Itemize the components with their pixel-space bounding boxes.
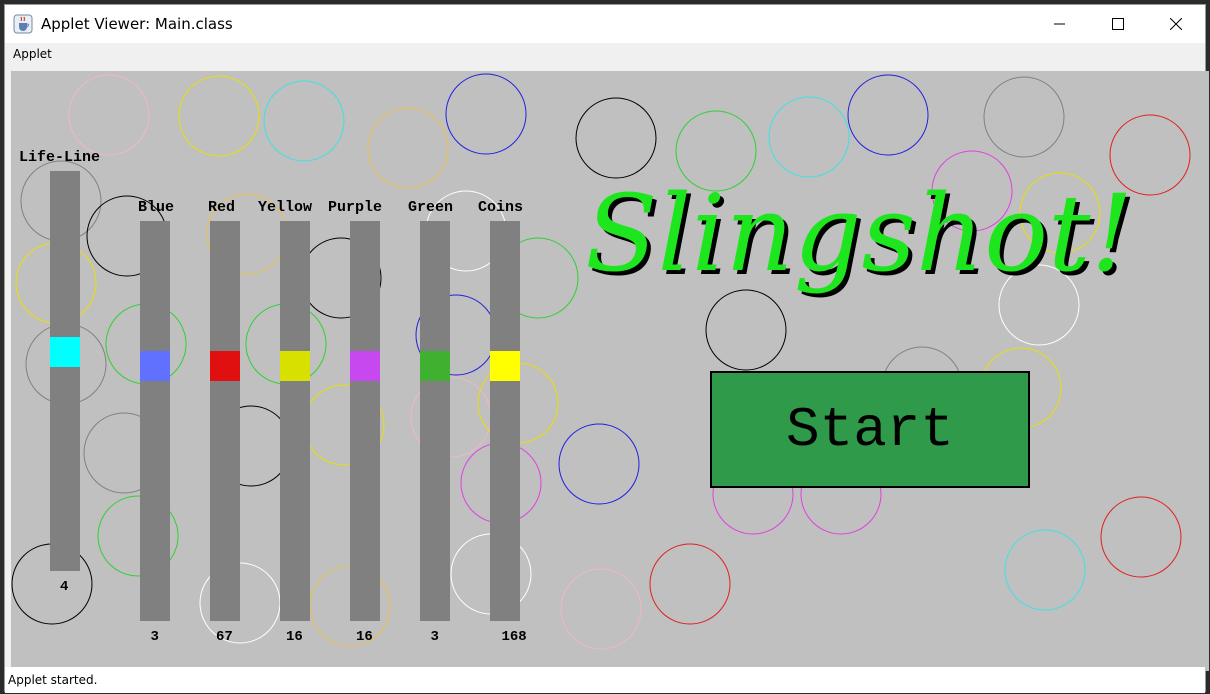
bubble (1004, 529, 1086, 611)
meter-value-yellow: 16 (286, 629, 303, 645)
bubble (847, 74, 929, 156)
meter-marker-coins (490, 351, 520, 381)
java-cup-icon (13, 14, 33, 34)
bubble (445, 73, 527, 155)
meter-value-red: 67 (216, 629, 233, 645)
lifeline-label: Life-Line (19, 149, 101, 166)
status-bar: Applet started. (5, 667, 1205, 693)
meter-marker-red (210, 351, 240, 381)
start-button-label: Start (785, 397, 955, 462)
bubble (560, 568, 642, 650)
meter-value-green: 3 (430, 629, 439, 645)
lifeline-bar (50, 171, 80, 571)
bubble (1100, 496, 1182, 578)
bubble (768, 96, 850, 178)
meter-bar-green (420, 221, 450, 621)
bubble (263, 80, 345, 162)
meter-bar-yellow (280, 221, 310, 621)
meter-marker-yellow (280, 351, 310, 381)
meter-label-purple: Purple (328, 199, 383, 216)
menu-applet[interactable]: Applet (13, 47, 52, 61)
lifeline-value: 4 (60, 579, 69, 595)
meter-bar-blue (140, 221, 170, 621)
bubble (68, 74, 150, 156)
meter-marker-purple (350, 351, 380, 381)
meter-value-coins: 168 (501, 629, 527, 645)
game-title-text: Slingshot! (585, 172, 1133, 295)
meter-value-blue: 3 (150, 629, 159, 645)
meter-bar-red (210, 221, 240, 621)
close-button[interactable] (1147, 5, 1205, 43)
meter-label-green: Green (408, 199, 454, 216)
menu-bar: Applet (5, 43, 1205, 67)
bubble (178, 75, 260, 157)
start-button[interactable]: Start (710, 371, 1030, 488)
applet-window: Applet Viewer: Main.class Applet Life-Li… (4, 4, 1209, 693)
title-bar: Applet Viewer: Main.class (5, 5, 1205, 43)
minimize-icon (1054, 23, 1065, 25)
meter-marker-green (420, 351, 450, 381)
maximize-button[interactable] (1089, 5, 1147, 43)
bubble (558, 423, 640, 505)
game-title: Slingshot! Slingshot! (585, 172, 1137, 299)
meter-label-red: Red (208, 199, 236, 216)
lifeline-marker (50, 337, 80, 367)
bubble (983, 76, 1065, 158)
close-icon (1170, 18, 1182, 30)
status-text: Applet started. (8, 673, 98, 687)
meter-label-blue: Blue (138, 199, 175, 216)
meter-bar-coins (490, 221, 520, 621)
maximize-icon (1112, 18, 1124, 30)
window-title: Applet Viewer: Main.class (41, 15, 233, 33)
bubble (649, 543, 731, 625)
meter-label-coins: Coins (478, 199, 524, 216)
game-canvas[interactable]: Life-Line 4 Blue 3 Red 67 Yellow 16 Purple 16 Gr… (11, 71, 1209, 671)
bubble (367, 107, 449, 189)
meter-bar-purple (350, 221, 380, 621)
meter-marker-blue (140, 351, 170, 381)
minimize-button[interactable] (1031, 5, 1089, 43)
meter-label-yellow: Yellow (258, 199, 313, 216)
meter-value-purple: 16 (356, 629, 373, 645)
